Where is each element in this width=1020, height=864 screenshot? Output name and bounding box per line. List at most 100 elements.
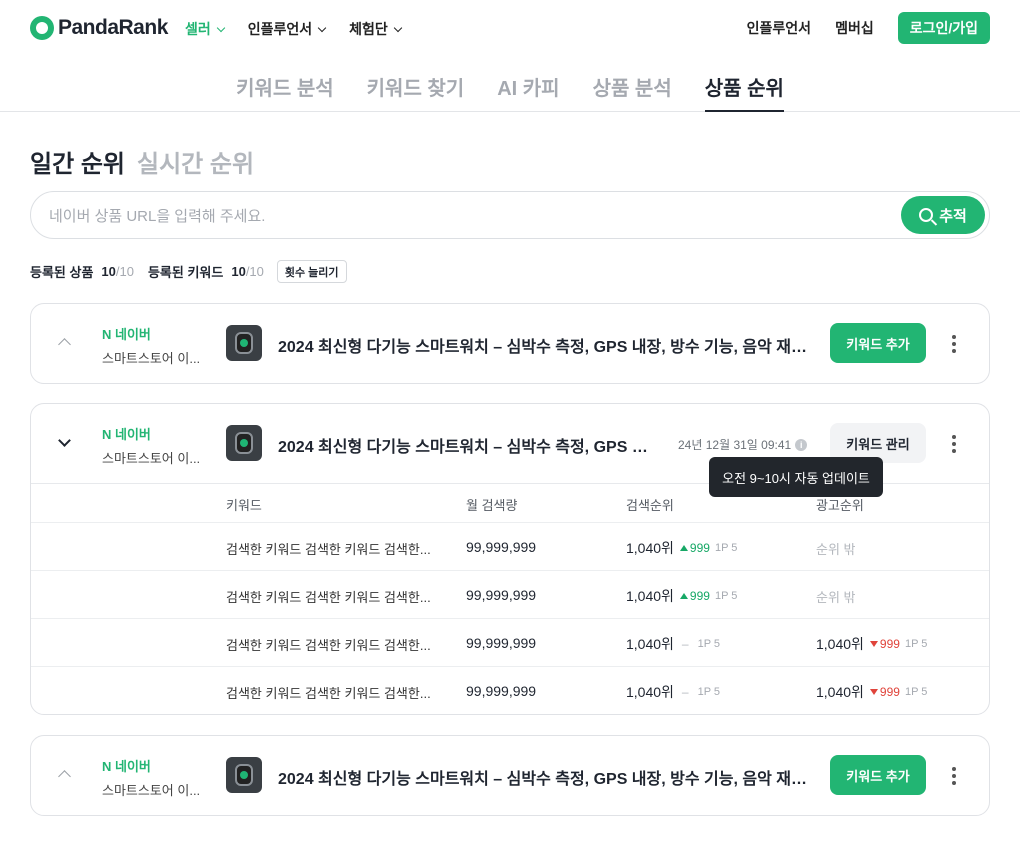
ad-rank-value: 1,040위 — [816, 636, 864, 652]
main-nav: 셀러 인플루언서 체험단 — [185, 19, 403, 39]
chevron-down-icon — [317, 23, 327, 32]
keyword-rank-table: 키워드 월 검색량 검색순위 광고순위 검색한 키워드 검색한 키워드 검색한.… — [31, 483, 989, 714]
shop-info: N 네이버 스마트스토어 이... — [102, 424, 200, 467]
product-thumbnail — [226, 325, 262, 361]
nav-influencer[interactable]: 인플루언서 — [248, 19, 327, 39]
url-input[interactable] — [49, 204, 889, 228]
login-button[interactable]: 로그인/가입 — [897, 12, 990, 44]
products-count: 10 — [101, 264, 116, 279]
page-position: 1P 5 — [714, 590, 738, 602]
registration-counts: 등록된 상품 10/10 등록된 키워드 10/10 횟수 늘리기 — [30, 260, 347, 283]
more-options-icon[interactable] — [951, 435, 957, 453]
keyword-cell: 검색한 키워드 검색한 키워드 검색한... — [226, 590, 431, 605]
add-keyword-button[interactable]: 키워드 추가 — [830, 755, 926, 795]
tab-product-rank[interactable]: 상품 순위 — [704, 56, 785, 112]
platform-label: N 네이버 — [102, 759, 151, 774]
nav-experience[interactable]: 체험단 — [349, 19, 403, 39]
keywords-total: /10 — [245, 264, 264, 279]
ad-rank-value: 1,040위 — [816, 684, 864, 700]
search-rank-cell: 1,040위 999 1P 5 — [626, 538, 737, 558]
page-position: 1P 5 — [697, 638, 721, 650]
search-rank-cell: 1,040위 999 1P 5 — [626, 586, 737, 606]
collapse-toggle[interactable] — [57, 768, 71, 783]
keyword-cell: 검색한 키워드 검색한 키워드 검색한... — [226, 686, 431, 701]
ad-rank-cell: 순위 밖 — [816, 590, 856, 605]
info-icon[interactable]: i — [795, 438, 808, 451]
rank-value: 1,040위 — [626, 684, 674, 700]
ad-page-position: 1P 5 — [904, 638, 928, 650]
rank-delta: 999 — [679, 589, 710, 603]
right-nav: 인플루언서 멤버십 로그인/가입 — [747, 12, 990, 44]
ad-page-position: 1P 5 — [904, 686, 928, 698]
product-card-expanded: N 네이버 스마트스토어 이... 2024 최신형 다기능 스마트워치 – 심… — [30, 403, 990, 715]
tab-keyword-analysis[interactable]: 키워드 분석 — [236, 56, 334, 111]
auto-update-tooltip: 오전 9~10시 자동 업데이트 — [709, 457, 883, 497]
add-keyword-button[interactable]: 키워드 추가 — [830, 323, 926, 363]
platform-label: N 네이버 — [102, 327, 151, 342]
feature-tabs: 키워드 분석 키워드 찾기 AI 카피 상품 분석 상품 순위 — [0, 56, 1020, 112]
store-name: 스마트스토어 이... — [102, 351, 201, 366]
logo[interactable]: PandaRank — [30, 16, 168, 40]
product-title[interactable]: 2024 최신형 다기능 스마트워치 – 심박수 측정, GPS 내장, 방수 … — [278, 333, 808, 357]
table-row[interactable]: 검색한 키워드 검색한 키워드 검색한... 99,999,999 1,040위… — [31, 522, 989, 570]
table-row[interactable]: 검색한 키워드 검색한 키워드 검색한... 99,999,999 1,040위… — [31, 666, 989, 714]
chevron-up-icon — [58, 338, 71, 351]
col-search-rank: 검색순위 — [626, 498, 674, 513]
volume-cell: 99,999,999 — [466, 587, 537, 603]
product-card: N 네이버 스마트스토어 이... 2024 최신형 다기능 스마트워치 – 심… — [30, 735, 990, 816]
ad-rank-delta: 999 — [869, 685, 900, 699]
chevron-down-icon — [393, 23, 403, 32]
search-rank-cell: 1,040위 – 1P 5 — [626, 682, 720, 702]
more-options-icon[interactable] — [951, 767, 957, 785]
ad-rank-cell: 1,040위 999 1P 5 — [816, 634, 927, 654]
page-position: 1P 5 — [714, 542, 738, 554]
rank-delta: – — [681, 685, 689, 699]
products-total: /10 — [115, 264, 134, 279]
tab-ai-copy[interactable]: AI 카피 — [497, 56, 559, 111]
rank-delta: – — [681, 637, 689, 651]
product-thumbnail — [226, 425, 262, 461]
keywords-count-label: 등록된 키워드 — [147, 265, 224, 280]
rank-value: 1,040위 — [626, 540, 674, 556]
keyword-cell: 검색한 키워드 검색한 키워드 검색한... — [226, 638, 431, 653]
updated-time: 24년 12월 31일 09:41 i — [678, 436, 808, 453]
nav-experience-label: 체험단 — [349, 21, 388, 37]
tab-product-analysis[interactable]: 상품 분석 — [593, 56, 672, 111]
chevron-down-icon — [58, 434, 71, 447]
collapse-toggle[interactable] — [57, 336, 71, 351]
keywords-count: 10 — [231, 264, 246, 279]
url-search-bar: 추적 — [30, 191, 990, 239]
rank-type-toggle: 일간 순위 실시간 순위 — [30, 144, 254, 179]
increase-count-button[interactable]: 횟수 늘리기 — [276, 260, 347, 283]
chevron-down-icon — [216, 23, 226, 32]
ad-rank-cell: 1,040위 999 1P 5 — [816, 682, 927, 702]
store-name: 스마트스토어 이... — [102, 451, 201, 466]
ad-rank-delta-value: 999 — [879, 685, 900, 699]
collapse-toggle[interactable] — [57, 434, 71, 450]
keyword-cell: 검색한 키워드 검색한 키워드 검색한... — [226, 542, 431, 557]
down-arrow-icon — [869, 689, 878, 695]
search-rank-cell: 1,040위 – 1P 5 — [626, 634, 720, 654]
product-title[interactable]: 2024 최신형 다기능 스마트워치 – 심박수 측정, GPS 내장,... — [278, 433, 658, 457]
ad-rank-delta: 999 — [869, 637, 900, 651]
daily-rank-tab[interactable]: 일간 순위 — [30, 144, 125, 179]
track-button[interactable]: 추적 — [901, 196, 985, 234]
platform-label: N 네이버 — [102, 427, 151, 442]
store-name: 스마트스토어 이... — [102, 783, 201, 798]
nav-seller[interactable]: 셀러 — [185, 19, 226, 39]
top-header: PandaRank 셀러 인플루언서 체험단 인플루언서 멤버십 로그인/가입 — [0, 0, 1020, 56]
table-row[interactable]: 검색한 키워드 검색한 키워드 검색한... 99,999,999 1,040위… — [31, 618, 989, 666]
chevron-up-icon — [58, 770, 71, 783]
ad-rank-delta-value: 999 — [879, 637, 900, 651]
membership-link[interactable]: 멤버십 — [835, 18, 874, 38]
volume-cell: 99,999,999 — [466, 539, 537, 555]
rank-delta: 999 — [679, 541, 710, 555]
up-arrow-icon — [679, 593, 688, 599]
table-row[interactable]: 검색한 키워드 검색한 키워드 검색한... 99,999,999 1,040위… — [31, 570, 989, 618]
tab-keyword-find[interactable]: 키워드 찾기 — [367, 56, 465, 111]
more-options-icon[interactable] — [951, 335, 957, 353]
realtime-rank-tab[interactable]: 실시간 순위 — [137, 144, 254, 179]
influencer-link[interactable]: 인플루언서 — [747, 18, 811, 38]
col-volume: 월 검색량 — [466, 498, 518, 513]
product-title[interactable]: 2024 최신형 다기능 스마트워치 – 심박수 측정, GPS 내장, 방수 … — [278, 765, 808, 789]
